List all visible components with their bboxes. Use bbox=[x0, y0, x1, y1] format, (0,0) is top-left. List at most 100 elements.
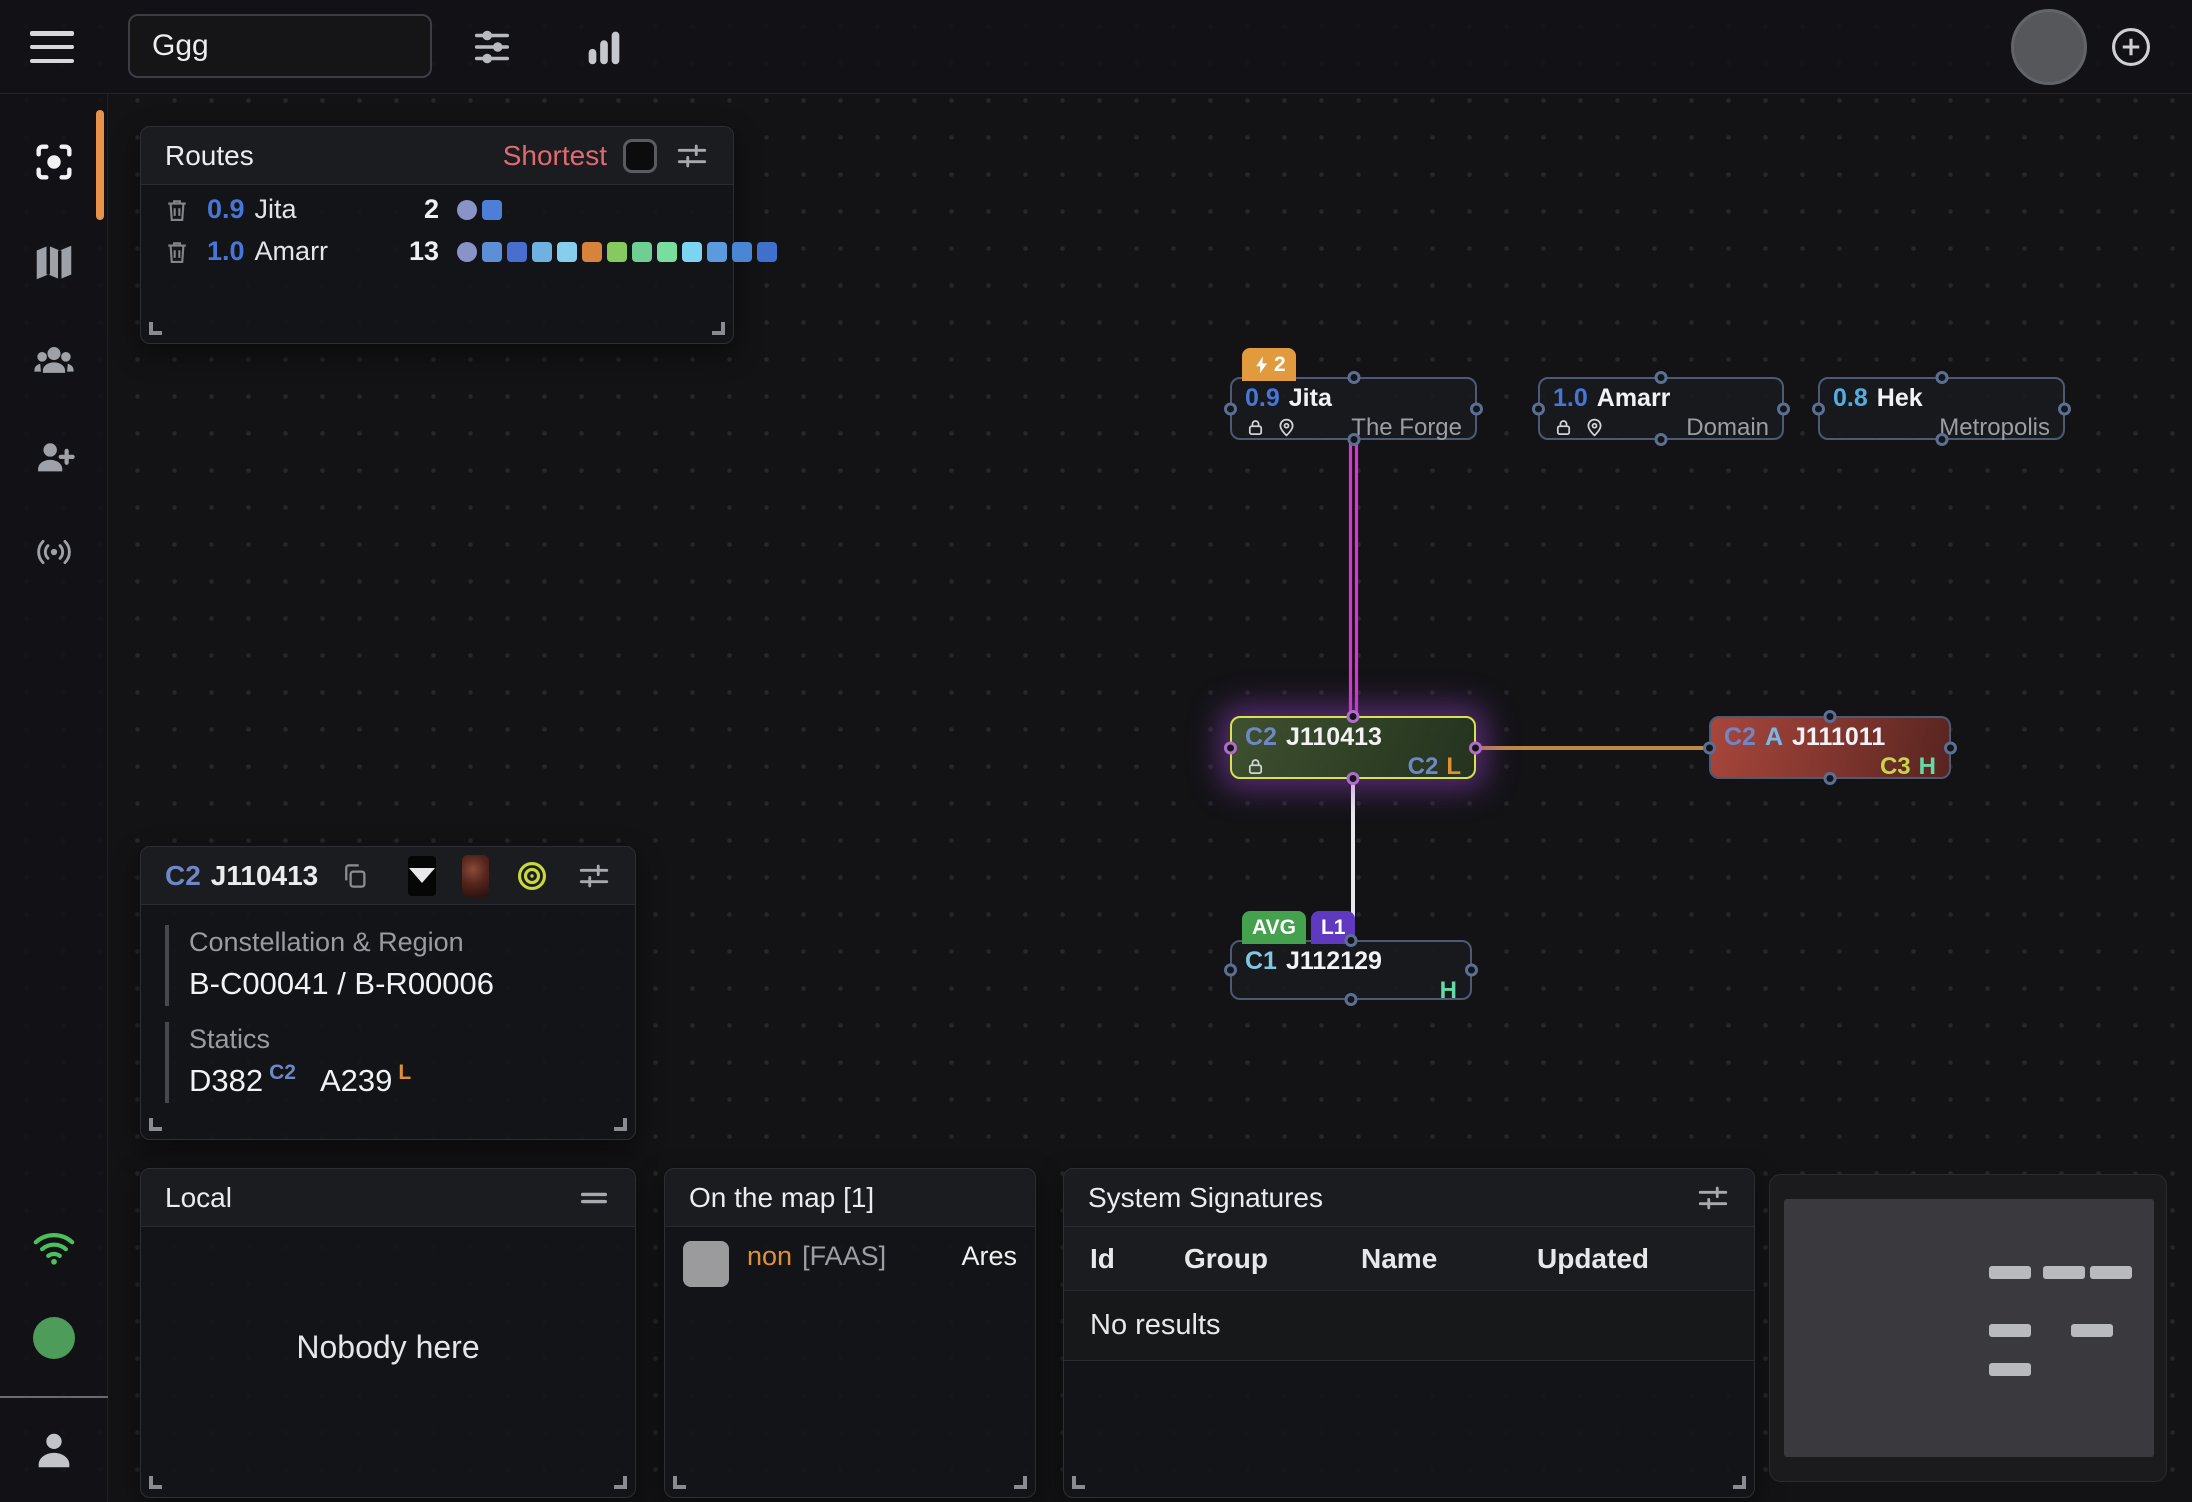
connection-handle[interactable] bbox=[1655, 371, 1668, 384]
resize-handle[interactable] bbox=[1014, 1476, 1027, 1489]
system-name: Amarr bbox=[1597, 384, 1671, 413]
system-node-j110413[interactable]: C2J110413 C2L bbox=[1230, 716, 1476, 779]
static-leads-to: L bbox=[398, 1061, 411, 1085]
system-node-j111011[interactable]: C2AJ111011 C3H bbox=[1709, 716, 1951, 779]
route-row-jita[interactable]: 0.9 Jita 2 bbox=[141, 185, 733, 227]
connection-handle[interactable] bbox=[1347, 772, 1360, 785]
resize-handle[interactable] bbox=[149, 1476, 162, 1489]
resize-handle[interactable] bbox=[149, 1118, 162, 1131]
connection-handle[interactable] bbox=[1347, 371, 1360, 384]
connection-handle[interactable] bbox=[1532, 402, 1545, 415]
static-effect: H bbox=[1440, 977, 1457, 1004]
signatures-empty-state: No results bbox=[1064, 1291, 1754, 1361]
system-node-amarr[interactable]: 1.0Amarr Domain bbox=[1538, 377, 1784, 440]
signatures-settings-icon[interactable] bbox=[1696, 1181, 1730, 1215]
signatures-column-headers[interactable]: Id Group Name Updated bbox=[1064, 1227, 1754, 1291]
routes-panel-header[interactable]: Routes Shortest bbox=[141, 127, 733, 185]
resize-handle[interactable] bbox=[1733, 1476, 1746, 1489]
sov-rank-button[interactable] bbox=[408, 856, 436, 896]
pilot-row[interactable]: non [FAAS] Ares bbox=[665, 1227, 1035, 1301]
minimap-system-node bbox=[1989, 1363, 2031, 1376]
add-character-icon[interactable] bbox=[28, 432, 80, 484]
connection-handle[interactable] bbox=[1935, 371, 1948, 384]
region-name: Metropolis bbox=[1939, 414, 2050, 442]
on-the-map-header[interactable]: On the map [1] bbox=[665, 1169, 1035, 1227]
local-panel-header[interactable]: Local bbox=[141, 1169, 635, 1227]
faction-portrait[interactable] bbox=[462, 855, 489, 897]
connection-handle[interactable] bbox=[1347, 433, 1360, 446]
minimap-panel[interactable] bbox=[1769, 1174, 2167, 1482]
system-node-hek[interactable]: 0.8Hek Metropolis bbox=[1818, 377, 2065, 440]
connection-handle[interactable] bbox=[1469, 741, 1482, 754]
map-settings-icon[interactable] bbox=[466, 21, 518, 73]
resize-handle[interactable] bbox=[712, 322, 725, 335]
connection-handle[interactable] bbox=[1470, 402, 1483, 415]
connection-handle[interactable] bbox=[1944, 741, 1957, 754]
connection-handle[interactable] bbox=[1224, 402, 1237, 415]
static-class: C3 bbox=[1880, 753, 1911, 781]
triangle-down-icon bbox=[409, 868, 435, 883]
local-menu-icon[interactable] bbox=[577, 1181, 611, 1215]
region-name: The Forge bbox=[1351, 414, 1462, 442]
system-info-panel: C2 J110413 Constellation & Region B bbox=[140, 846, 636, 1140]
delete-route-icon[interactable] bbox=[163, 196, 191, 224]
system-info-header[interactable]: C2 J110413 bbox=[141, 847, 635, 905]
activity-chart-icon[interactable] bbox=[578, 21, 630, 73]
system-node-j112129[interactable]: AVG L1 C1J112129 H bbox=[1230, 940, 1472, 1000]
menu-icon[interactable] bbox=[30, 27, 74, 67]
add-icon[interactable] bbox=[2105, 21, 2157, 73]
routes-settings-icon[interactable] bbox=[675, 139, 709, 173]
column-updated[interactable]: Updated bbox=[1537, 1243, 1649, 1275]
connection-handle[interactable] bbox=[1935, 433, 1948, 446]
column-id[interactable]: Id bbox=[1090, 1243, 1184, 1275]
route-jump-dot bbox=[532, 242, 552, 262]
route-destination: Jita bbox=[255, 194, 297, 225]
route-row-amarr[interactable]: 1.0 Amarr 13 bbox=[141, 227, 733, 269]
connection-handle[interactable] bbox=[1824, 710, 1837, 723]
connection-handle[interactable] bbox=[1812, 402, 1825, 415]
connection-handle[interactable] bbox=[1224, 964, 1237, 977]
connection-handle[interactable] bbox=[1347, 710, 1360, 723]
static-leads-to: C2 bbox=[269, 1061, 296, 1085]
wormhole-class: C2 bbox=[1724, 723, 1756, 752]
route-security: 0.9 bbox=[207, 194, 245, 225]
column-group[interactable]: Group bbox=[1184, 1243, 1361, 1275]
selected-system-name: J110413 bbox=[211, 860, 318, 892]
resize-handle[interactable] bbox=[614, 1118, 627, 1131]
focus-system-icon[interactable] bbox=[28, 136, 80, 188]
route-jump-dots bbox=[457, 242, 713, 262]
delete-route-icon[interactable] bbox=[163, 238, 191, 266]
map-canvas[interactable]: 2 0.9Jita The Forge 1.0Amarr Dom bbox=[108, 94, 2192, 1502]
connection-handle[interactable] bbox=[2058, 402, 2071, 415]
local-empty-state: Nobody here bbox=[141, 1227, 635, 1467]
connection-handle[interactable] bbox=[1777, 402, 1790, 415]
minimap-system-node bbox=[2071, 1324, 2113, 1337]
shortest-checkbox[interactable] bbox=[623, 139, 657, 173]
system-tag: A bbox=[1765, 723, 1783, 752]
profile-icon[interactable] bbox=[28, 1424, 80, 1476]
column-name[interactable]: Name bbox=[1361, 1243, 1537, 1275]
app-screen: Ggg bbox=[0, 0, 2192, 1502]
characters-icon[interactable] bbox=[28, 336, 80, 388]
map-icon[interactable] bbox=[28, 236, 80, 288]
minimap-viewport[interactable] bbox=[1784, 1199, 2154, 1457]
connection-handle[interactable] bbox=[1703, 741, 1716, 754]
resize-handle[interactable] bbox=[149, 322, 162, 335]
system-node-jita[interactable]: 2 0.9Jita The Forge bbox=[1230, 377, 1477, 440]
info-settings-icon[interactable] bbox=[577, 859, 611, 893]
connection-handle[interactable] bbox=[1655, 433, 1668, 446]
broadcast-icon[interactable] bbox=[23, 526, 85, 578]
copy-icon[interactable] bbox=[340, 861, 370, 891]
locate-target-icon[interactable] bbox=[515, 859, 549, 893]
connection-handle[interactable] bbox=[1345, 934, 1358, 947]
resize-handle[interactable] bbox=[614, 1476, 627, 1489]
resize-handle[interactable] bbox=[673, 1476, 686, 1489]
user-avatar[interactable] bbox=[2011, 9, 2087, 85]
connection-handle[interactable] bbox=[1345, 993, 1358, 1006]
map-select[interactable]: Ggg bbox=[128, 14, 432, 78]
connection-handle[interactable] bbox=[1824, 772, 1837, 785]
resize-handle[interactable] bbox=[1072, 1476, 1085, 1489]
connection-handle[interactable] bbox=[1224, 741, 1237, 754]
connection-handle[interactable] bbox=[1465, 964, 1478, 977]
signatures-header[interactable]: System Signatures bbox=[1064, 1169, 1754, 1227]
